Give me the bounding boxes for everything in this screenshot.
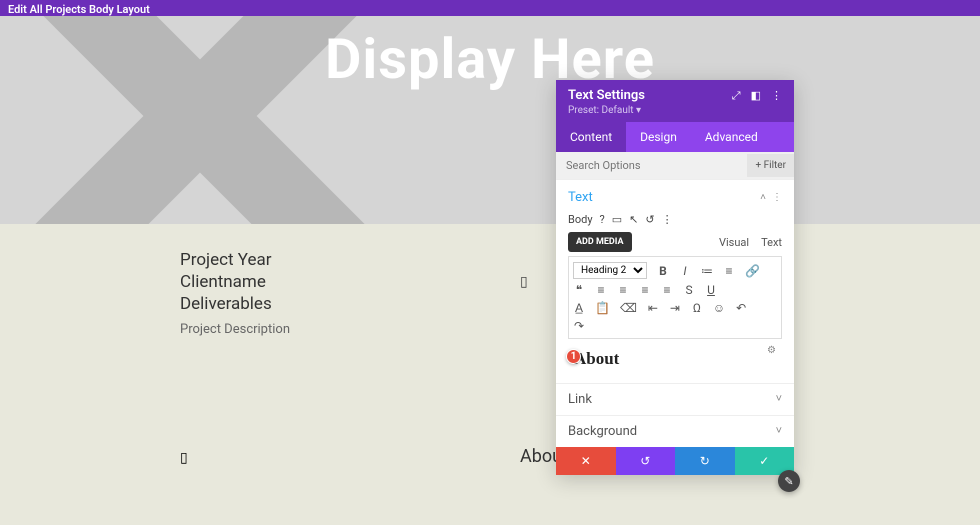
indent-icon[interactable]: ⇥ — [669, 301, 681, 315]
dynamic-content-icon[interactable]: ⚙︎ — [767, 345, 776, 356]
panel-title: Text Settings — [568, 88, 645, 103]
kebab-icon[interactable]: ⋮ — [772, 192, 782, 203]
tablet-icon[interactable]: ▭ — [612, 213, 622, 226]
reset-icon[interactable]: ↺ — [645, 213, 654, 226]
editor-heading[interactable]: About — [574, 349, 776, 369]
kebab-icon[interactable]: ⋮ — [662, 213, 673, 226]
tab-content[interactable]: Content — [556, 122, 626, 152]
editor-body[interactable]: 1 About ⚙︎ — [568, 339, 782, 377]
project-meta-section: Project Year Clientname Deliverables Pro… — [0, 224, 980, 414]
tab-design[interactable]: Design — [626, 122, 691, 152]
align-center-icon[interactable]: ≡ — [617, 283, 629, 297]
image-placeholder-icon — [520, 274, 530, 290]
underline-icon[interactable]: U — [705, 283, 717, 297]
ol-icon[interactable]: ≡ — [723, 264, 735, 278]
body-field-row: Body ? ▭ ↖ ↺ ⋮ — [568, 213, 782, 226]
undo-icon[interactable]: ↶ — [735, 301, 747, 315]
align-justify-icon[interactable]: ≡ — [661, 283, 673, 297]
panel-tabs: Content Design Advanced — [556, 122, 794, 152]
specialchar-icon[interactable]: Ω — [691, 301, 703, 315]
link-icon[interactable]: 🔗 — [745, 264, 760, 278]
paste-icon[interactable]: 📋 — [595, 301, 610, 315]
top-edit-bar: Edit All Projects Body Layout — [0, 0, 980, 16]
snap-icon[interactable]: ◧ — [751, 89, 761, 103]
tab-advanced[interactable]: Advanced — [691, 122, 772, 152]
wrench-icon: ✎ — [784, 475, 793, 488]
hover-icon[interactable]: ↖ — [629, 213, 638, 226]
align-left-icon[interactable]: ≡ — [595, 283, 607, 297]
redo-button[interactable]: ↻ — [675, 447, 735, 475]
text-tab[interactable]: Text — [761, 236, 782, 249]
visual-tab[interactable]: Visual — [719, 236, 749, 249]
link-section-label: Link — [568, 392, 592, 407]
heading-select[interactable]: Heading 2 — [573, 262, 647, 279]
panel-header[interactable]: Text Settings ⤢ ◧ ⋮ Preset: Default ▾ — [556, 80, 794, 122]
filter-button[interactable]: + Filter — [747, 154, 794, 177]
strike-icon[interactable]: S — [683, 283, 695, 297]
chevron-down-icon: ˅ — [776, 424, 782, 439]
bold-icon[interactable]: B — [657, 264, 669, 278]
image-placeholder-icon — [180, 450, 188, 466]
text-settings-panel: Text Settings ⤢ ◧ ⋮ Preset: Default ▾ Co… — [556, 80, 794, 475]
settings-fab[interactable]: ✎ — [778, 470, 800, 492]
cancel-button[interactable]: ✕ — [556, 447, 616, 475]
top-title: Edit All Projects Body Layout — [8, 3, 150, 16]
preset-label[interactable]: Preset: Default — [568, 105, 634, 116]
chevron-up-icon[interactable]: ˄ — [760, 192, 766, 203]
redo-icon[interactable]: ↷ — [573, 319, 585, 333]
emoji-icon[interactable]: ☺ — [713, 301, 725, 315]
search-input[interactable] — [556, 152, 747, 179]
outdent-icon[interactable]: ⇤ — [647, 301, 659, 315]
add-media-button[interactable]: ADD MEDIA — [568, 232, 632, 252]
text-section: Text ˄ ⋮ Body ? ▭ ↖ ↺ ⋮ ADD MEDIA Visual… — [556, 180, 794, 383]
hero-title: Display Here — [0, 26, 980, 92]
body-label: Body — [568, 213, 593, 226]
hero-area: Display Here — [0, 16, 980, 224]
undo-button[interactable]: ↺ — [616, 447, 676, 475]
help-icon[interactable]: ? — [600, 213, 605, 226]
link-section-header[interactable]: Link ˅ — [556, 383, 794, 415]
text-section-header[interactable]: Text ˄ ⋮ — [568, 186, 782, 209]
search-row: + Filter — [556, 152, 794, 180]
chevron-down-icon: ˅ — [776, 392, 782, 407]
clear-icon[interactable]: ⌫ — [620, 301, 637, 315]
expand-icon[interactable]: ⤢ — [732, 89, 741, 103]
align-right-icon[interactable]: ≡ — [639, 283, 651, 297]
annotation-marker-1: 1 — [566, 349, 581, 364]
background-section-label: Background — [568, 424, 637, 439]
wysiwyg-toolbar: Heading 2 B I ≔ ≡ 🔗 ❝ ≡ ≡ ≡ ≡ S U A̲ 📋 ⌫… — [568, 256, 782, 339]
text-section-label: Text — [568, 190, 593, 205]
background-section-header[interactable]: Background ˅ — [556, 415, 794, 447]
chevron-down-icon[interactable]: ▾ — [636, 105, 641, 116]
kebab-icon[interactable]: ⋮ — [771, 89, 782, 103]
panel-footer: ✕ ↺ ↻ ✓ — [556, 447, 794, 475]
quote-icon[interactable]: ❝ — [573, 283, 585, 297]
ul-icon[interactable]: ≔ — [701, 264, 713, 278]
bottom-row: Abou — [0, 430, 980, 470]
italic-icon[interactable]: I — [679, 264, 691, 278]
textcolor-icon[interactable]: A̲ — [573, 301, 585, 315]
